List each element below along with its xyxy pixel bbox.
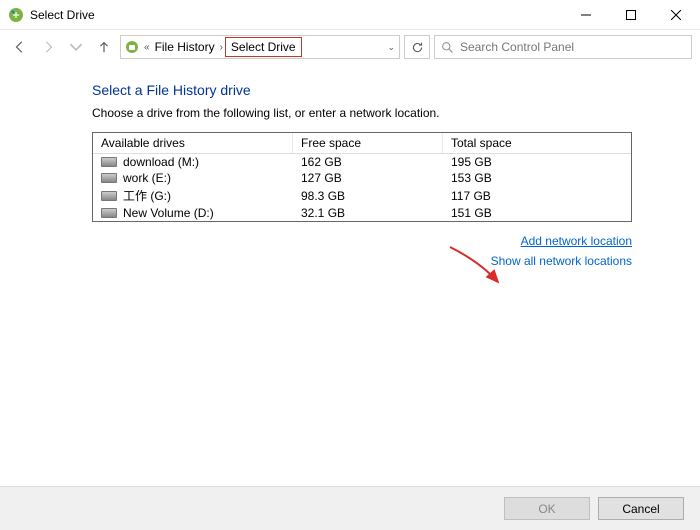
recent-dropdown[interactable] [64, 35, 88, 59]
drive-row[interactable]: 工作 (G:) 98.3 GB 117 GB [93, 186, 631, 205]
drive-list-header: Available drives Free space Total space [93, 133, 631, 154]
chevron-left-icon: « [142, 42, 152, 53]
window-title: Select Drive [30, 8, 563, 22]
search-icon [441, 41, 454, 54]
maximize-button[interactable] [608, 0, 653, 29]
minimize-button[interactable] [563, 0, 608, 29]
page-heading: Select a File History drive [92, 82, 682, 98]
breadcrumb-highlight: Select Drive [225, 37, 302, 57]
refresh-button[interactable] [404, 35, 430, 59]
drive-row[interactable]: work (E:) 127 GB 153 GB [93, 170, 631, 186]
drive-icon [101, 173, 117, 183]
drive-row[interactable]: download (M:) 162 GB 195 GB [93, 154, 631, 170]
breadcrumb-item-select-drive[interactable]: Select Drive [228, 39, 299, 55]
drive-name: work (E:) [123, 171, 171, 185]
drive-name: 工作 (G:) [123, 187, 171, 204]
up-button[interactable] [92, 35, 116, 59]
links-area: Add network location Show all network lo… [92, 230, 632, 270]
app-icon [8, 7, 24, 23]
search-input[interactable] [460, 40, 685, 54]
back-button[interactable] [8, 35, 32, 59]
search-box[interactable] [434, 35, 692, 59]
content-area: Select a File History drive Choose a dri… [0, 64, 700, 270]
cancel-button[interactable]: Cancel [598, 497, 684, 520]
column-total-space[interactable]: Total space [443, 133, 631, 153]
add-network-location-link[interactable]: Add network location [521, 234, 632, 248]
breadcrumb[interactable]: « File History › Select Drive ⌄ [120, 35, 400, 59]
show-all-network-locations-link[interactable]: Show all network locations [491, 254, 632, 268]
titlebar: Select Drive [0, 0, 700, 30]
location-icon [124, 39, 140, 55]
drive-total: 195 GB [443, 154, 631, 170]
nav-toolbar: « File History › Select Drive ⌄ [0, 30, 700, 64]
breadcrumb-item-file-history[interactable]: File History [152, 39, 218, 55]
close-button[interactable] [653, 0, 698, 29]
drive-icon [101, 157, 117, 167]
drive-icon [101, 191, 117, 201]
forward-button[interactable] [36, 35, 60, 59]
page-subheading: Choose a drive from the following list, … [92, 106, 682, 120]
drive-total: 117 GB [443, 188, 631, 204]
column-available-drives[interactable]: Available drives [93, 133, 293, 153]
ok-button[interactable]: OK [504, 497, 590, 520]
drive-total: 153 GB [443, 170, 631, 186]
drive-list: Available drives Free space Total space … [92, 132, 632, 222]
drive-free: 32.1 GB [293, 205, 443, 221]
chevron-right-icon: › [218, 42, 225, 53]
drive-name: New Volume (D:) [123, 206, 214, 220]
chevron-down-icon[interactable]: ⌄ [387, 42, 395, 53]
drive-free: 98.3 GB [293, 188, 443, 204]
drive-name: download (M:) [123, 155, 199, 169]
drive-free: 127 GB [293, 170, 443, 186]
drive-total: 151 GB [443, 205, 631, 221]
dialog-footer: OK Cancel [0, 486, 700, 530]
drive-row[interactable]: New Volume (D:) 32.1 GB 151 GB [93, 205, 631, 221]
drive-free: 162 GB [293, 154, 443, 170]
drive-icon [101, 208, 117, 218]
column-free-space[interactable]: Free space [293, 133, 443, 153]
